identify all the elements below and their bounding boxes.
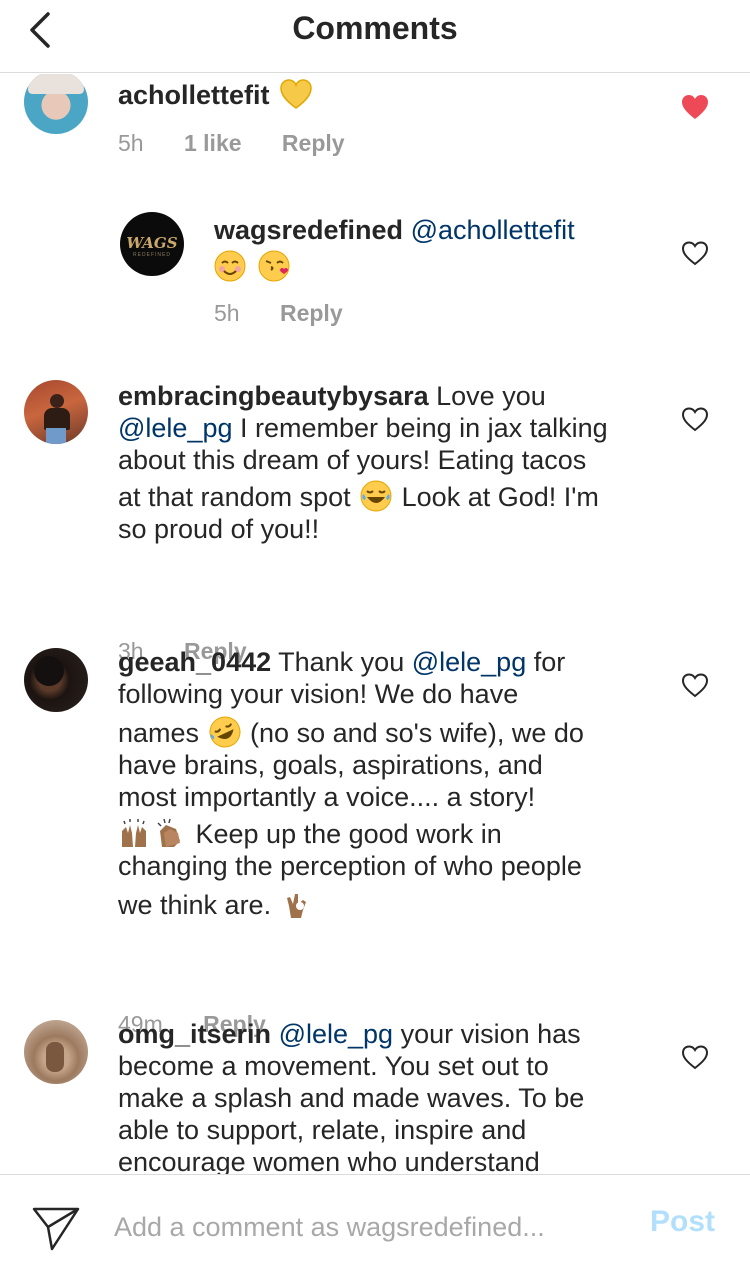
avatar[interactable]: WAGS REDEFINED — [120, 212, 184, 276]
comment-text: Keep up the good work in — [188, 819, 502, 849]
comment-input[interactable] — [114, 1205, 624, 1249]
comment-text: most importantly a voice.... a story! — [118, 782, 536, 812]
comment-body: wagsredefined @achollettefit — [214, 214, 634, 283]
avatar[interactable] — [24, 380, 88, 444]
comment-text: Look at God! I'm — [394, 482, 599, 512]
comment-username[interactable]: achollettefit — [118, 80, 270, 110]
mention-link[interactable]: @lele_pg — [412, 647, 527, 677]
avatar[interactable] — [24, 1020, 88, 1084]
smiling-face-emoji — [214, 250, 246, 282]
avatar[interactable] — [24, 74, 88, 134]
heart-outline-icon[interactable] — [681, 406, 709, 432]
comment-text: for — [526, 647, 566, 677]
avatar-logo-subtext: REDEFINED — [133, 252, 171, 258]
avatar[interactable] — [24, 648, 88, 712]
comment-username[interactable]: embracingbeautybysara — [118, 381, 429, 411]
heart-outline-icon[interactable] — [681, 672, 709, 698]
rolling-laughing-emoji — [209, 716, 241, 748]
comment-text: following your vision! We do have — [118, 679, 519, 709]
comment-meta: 5h 1 like Reply — [118, 130, 379, 157]
avatar-logo-text: WAGS — [126, 234, 178, 252]
like-count[interactable]: 1 like — [184, 130, 242, 156]
post-button[interactable]: Post — [650, 1205, 715, 1239]
heart-outline-icon[interactable] — [681, 240, 709, 266]
comment-text: Love you — [428, 381, 546, 411]
reply-button[interactable]: Reply — [282, 130, 345, 156]
mention-link[interactable]: @achollettefit — [411, 215, 575, 245]
page-title: Comments — [292, 10, 458, 46]
comment-body: embracingbeautybysara Love you @lele_pg … — [118, 380, 658, 545]
comment-username[interactable]: wagsredefined — [214, 215, 403, 245]
mention-link[interactable]: @lele_pg — [279, 1019, 394, 1049]
mention-link[interactable]: @lele_pg — [118, 413, 233, 443]
comment-text: become a movement. You set out to — [118, 1051, 549, 1081]
tears-of-joy-emoji — [360, 480, 392, 512]
heart-filled-icon[interactable] — [681, 94, 709, 120]
comment-username[interactable]: geeah_0442 — [118, 647, 271, 677]
paper-plane-icon[interactable] — [30, 1201, 82, 1253]
comment-text: able to support, relate, inspire and — [118, 1115, 527, 1145]
ok-hand-emoji — [281, 888, 313, 920]
comments-list[interactable]: achollettefit 5h 1 like Reply WAGS REDEF… — [0, 74, 750, 1174]
comment-text: changing the perception of who people — [118, 851, 582, 881]
comment-text: your vision has — [393, 1019, 581, 1049]
reply-button[interactable]: Reply — [280, 300, 343, 326]
raising-hands-emoji — [118, 817, 150, 849]
heart-outline-icon[interactable] — [681, 1044, 709, 1070]
comment-time: 5h — [118, 130, 144, 156]
comment-text: (no so and so's wife), we do — [242, 718, 584, 748]
comment-text: Thank you — [271, 647, 412, 677]
comment-username[interactable]: omg_itserin — [118, 1019, 271, 1049]
yellow-heart-emoji — [279, 78, 313, 110]
header-bar: Comments — [0, 0, 750, 73]
comment-text: at that random spot — [118, 482, 359, 512]
comment-body: achollettefit — [118, 78, 315, 111]
comment-meta: 5h Reply — [214, 300, 377, 327]
comment-text: we think are. — [118, 890, 279, 920]
comment-body: geeah_0442 Thank you @lele_pg for follow… — [118, 646, 658, 921]
comment-text: encourage women who understand — [118, 1147, 540, 1174]
comment-text: so proud of you!! — [118, 514, 320, 544]
comment-text: about this dream of yours! Eating tacos — [118, 445, 587, 475]
comment-text: have brains, goals, aspirations, and — [118, 750, 543, 780]
clapping-hands-emoji — [154, 817, 186, 849]
comment-time: 5h — [214, 300, 240, 326]
face-blowing-kiss-emoji — [258, 250, 290, 282]
comment-text: I remember being in jax talking — [232, 413, 608, 443]
comment-text: make a splash and made waves. To be — [118, 1083, 585, 1113]
comment-body: omg_itserin @lele_pg your vision has bec… — [118, 1018, 658, 1174]
comment-composer: Post — [0, 1174, 750, 1278]
comment-text: names — [118, 718, 207, 748]
